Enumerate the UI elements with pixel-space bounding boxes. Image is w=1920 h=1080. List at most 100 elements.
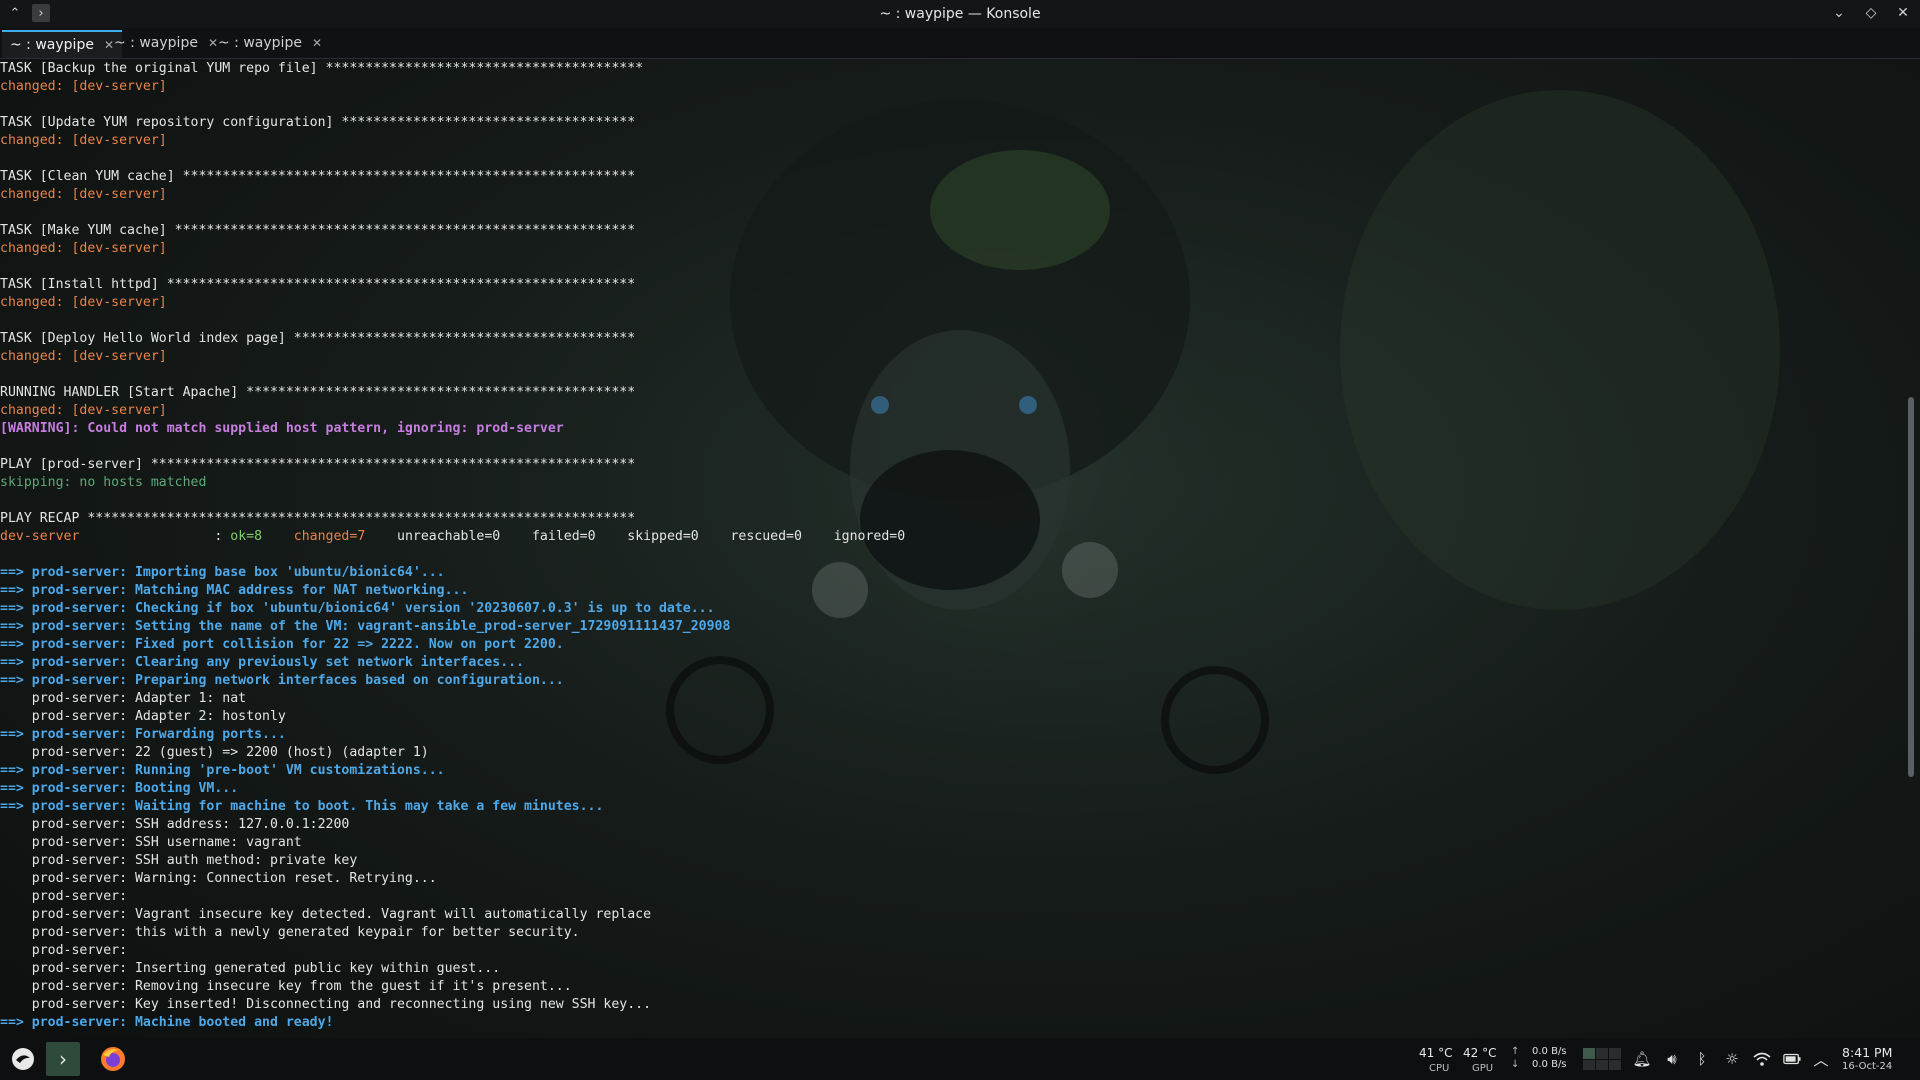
terminal-line: RUNNING HANDLER [Start Apache] *********… [0, 384, 1900, 402]
tab-close-icon[interactable]: ✕ [312, 36, 322, 50]
terminal-text: changed: [dev-server] [0, 133, 167, 148]
terminal-text: unreachable=0 failed=0 skipped=0 rescued… [365, 529, 906, 544]
terminal-line: ==> prod-server: Clearing any previously… [0, 654, 1900, 672]
tab-label: ~ : waypipe [218, 35, 302, 51]
close-icon[interactable]: ✕ [1894, 4, 1912, 22]
terminal-line: prod-server: [0, 942, 1900, 960]
net-up-rate: 0.0 B/s [1532, 1046, 1567, 1057]
terminal-text: TASK [Clean YUM cache] *****************… [0, 169, 636, 184]
terminal-text: changed: [dev-server] [0, 403, 167, 418]
terminal-line: TASK [Clean YUM cache] *****************… [0, 168, 1900, 186]
terminal-text: prod-server: this with a newly generated… [0, 925, 580, 940]
terminal-text: ==> prod-server: Forwarding ports... [0, 727, 286, 742]
scrollbar-thumb[interactable] [1908, 397, 1914, 777]
terminal-line: PLAY [prod-server] *********************… [0, 456, 1900, 474]
terminal-text: prod-server: Vagrant insecure key detect… [0, 907, 652, 922]
minimize-icon[interactable]: ⌄ [1830, 4, 1848, 22]
tab-1[interactable]: ~ : waypipe ✕ [2, 30, 123, 58]
terminal-line: ==> prod-server: Machine booted and read… [0, 1014, 1900, 1032]
terminal-icon[interactable]: › [46, 1042, 80, 1076]
terminal-line: PLAY RECAP *****************************… [0, 510, 1900, 528]
bluetooth-icon[interactable]: ᛒ [1693, 1050, 1711, 1068]
launcher-icon[interactable] [6, 1042, 40, 1076]
terminal-text: changed: [dev-server] [0, 79, 167, 94]
tab-2[interactable]: ~ : waypipe ✕ [106, 30, 226, 56]
terminal-text: PLAY RECAP *****************************… [0, 511, 636, 526]
terminal-text: TASK [Make YUM cache] ******************… [0, 223, 636, 238]
terminal-line: changed: [dev-server] [0, 240, 1900, 258]
maximize-icon[interactable]: ◇ [1862, 4, 1880, 22]
terminal-line: changed: [dev-server] [0, 78, 1900, 96]
terminal-text: prod-server: Adapter 2: hostonly [0, 709, 286, 724]
terminal-line: dev-server : ok=8 changed=7 unreachable=… [0, 528, 1900, 546]
terminal-text: skipping: no hosts matched [0, 475, 207, 490]
terminal-line: ==> prod-server: Matching MAC address fo… [0, 582, 1900, 600]
terminal-text: ==> prod-server: Fixed port collision fo… [0, 637, 564, 652]
terminal-text: ==> prod-server: Setting the name of the… [0, 619, 731, 634]
terminal-line: prod-server: Adapter 1: nat [0, 690, 1900, 708]
cpu-temp: 41 °C [1419, 1046, 1453, 1060]
terminal-text: changed: [dev-server] [0, 241, 167, 256]
firefox-icon[interactable] [96, 1042, 130, 1076]
terminal-text: ==> prod-server: Matching MAC address fo… [0, 583, 469, 598]
cpu-label: CPU [1429, 1063, 1450, 1074]
tab-3[interactable]: ~ : waypipe ✕ [210, 30, 330, 56]
notifications-icon[interactable]: 🔔︎ [1632, 1050, 1651, 1068]
terminal-line: prod-server: this with a newly generated… [0, 924, 1900, 942]
clock-time[interactable]: 8:41 PM [1842, 1045, 1892, 1060]
terminal-output[interactable]: TASK [Backup the original YUM repo file]… [0, 60, 1900, 1036]
window-title: ~ : waypipe — Konsole [879, 6, 1041, 22]
terminal-line: TASK [Make YUM cache] ******************… [0, 222, 1900, 240]
terminal-line: TASK [Deploy Hello World index page] ***… [0, 330, 1900, 348]
terminal-text: [WARNING]: Could not match supplied host… [0, 421, 564, 436]
terminal-line: ==> prod-server: Waiting for machine to … [0, 798, 1900, 816]
terminal-text: ==> prod-server: Machine booted and read… [0, 1015, 334, 1030]
gpu-label: GPU [1472, 1063, 1494, 1074]
terminal-text: prod-server: SSH address: 127.0.0.1:2200 [0, 817, 350, 832]
terminal-text: prod-server: SSH username: vagrant [0, 835, 302, 850]
terminal-text: ==> prod-server: Clearing any previously… [0, 655, 525, 670]
terminal-text: ==> prod-server: Running 'pre-boot' VM c… [0, 763, 445, 778]
terminal-text: changed=7 [293, 529, 366, 544]
terminal-line: changed: [dev-server] [0, 294, 1900, 312]
terminal-line: prod-server: Warning: Connection reset. … [0, 870, 1900, 888]
terminal-text: prod-server: [0, 889, 128, 904]
volume-icon[interactable]: 🔊︎ [1663, 1050, 1681, 1068]
terminal-line: prod-server: SSH username: vagrant [0, 834, 1900, 852]
virtual-desktop-pager[interactable] [1583, 1048, 1621, 1070]
brightness-icon[interactable]: ☼ [1723, 1050, 1741, 1068]
terminal-text: prod-server: [0, 943, 128, 958]
tab-bar: ~ : waypipe ✕ ~ : waypipe ✕ ~ : waypipe … [0, 28, 1920, 59]
terminal-line: prod-server: SSH auth method: private ke… [0, 852, 1900, 870]
battery-icon[interactable] [1783, 1050, 1801, 1068]
clock-date[interactable]: 16-Oct-24 [1842, 1061, 1892, 1072]
terminal-line: ==> prod-server: Booting VM... [0, 780, 1900, 798]
terminal-text: TASK [Backup the original YUM repo file]… [0, 61, 644, 76]
tray-expand-icon[interactable]: ︿ [1812, 1050, 1830, 1069]
terminal-line: TASK [Install httpd] *******************… [0, 276, 1900, 294]
net-up-icon: ↑ [1511, 1046, 1520, 1057]
terminal-text: PLAY [prod-server] *********************… [0, 457, 636, 472]
terminal-text: ==> prod-server: Waiting for machine to … [0, 799, 604, 814]
terminal-text: prod-server: SSH auth method: private ke… [0, 853, 358, 868]
terminal-line: prod-server: Removing insecure key from … [0, 978, 1900, 996]
terminal-text: changed: [dev-server] [0, 349, 167, 364]
terminal-line: prod-server: 22 (guest) => 2200 (host) (… [0, 744, 1900, 762]
wifi-icon[interactable] [1753, 1050, 1771, 1068]
terminal-scrollbar[interactable] [1908, 62, 1914, 1034]
terminal-text: ok=8 [230, 529, 263, 544]
terminal-text: RUNNING HANDLER [Start Apache] *********… [0, 385, 636, 400]
terminal-text: changed: [dev-server] [0, 187, 167, 202]
terminal-text: prod-server: Adapter 1: nat [0, 691, 247, 706]
taskbar: › 41 °C CPU 42 °C GPU ↑ ↓ 0.0 B/s 0.0 B/… [0, 1038, 1920, 1080]
terminal-text: dev-server [0, 529, 80, 544]
